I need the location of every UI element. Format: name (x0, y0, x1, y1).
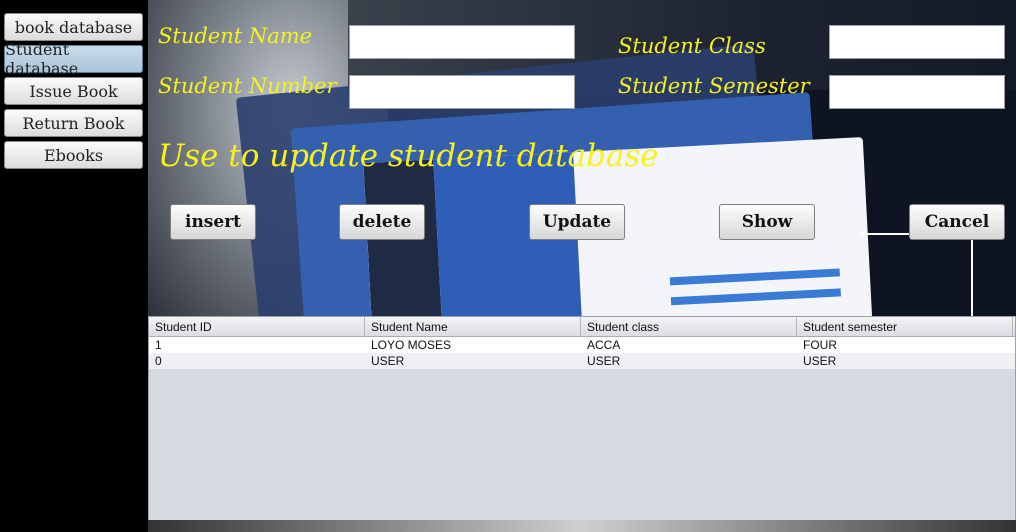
cancel-button[interactable]: Cancel (909, 204, 1005, 240)
nav-issue-book-button[interactable]: Issue Book (4, 77, 143, 105)
bottom-edge (148, 520, 1016, 532)
table-cell: USER (803, 354, 837, 368)
insert-button[interactable]: insert (170, 204, 256, 240)
side-nav: book database Student database Issue Boo… (0, 0, 148, 532)
student-name-label: Student Name (158, 24, 313, 48)
table-cell: LOYO MOSES (371, 338, 452, 352)
student-class-label: Student Class (618, 34, 766, 58)
column-header-student-semester[interactable]: Student semester (797, 317, 1013, 336)
table-cell: ACCA (587, 338, 621, 352)
student-semester-label: Student Semester (618, 74, 810, 98)
table-cell: 0 (155, 354, 162, 368)
table-header: Student ID Student Name Student class St… (149, 317, 1015, 337)
column-header-student-id[interactable]: Student ID (149, 317, 365, 336)
student-class-field[interactable] (829, 25, 1005, 59)
page-headline: Use to update student database (158, 138, 659, 174)
student-table[interactable]: Student ID Student Name Student class St… (148, 316, 1016, 522)
nav-book-database-button[interactable]: book database (4, 13, 143, 41)
nav-student-database-button[interactable]: Student database (4, 40, 143, 78)
update-button[interactable]: Update (529, 204, 625, 240)
table-row[interactable]: 0 USER USER USER (149, 353, 1015, 369)
table-cell: USER (371, 354, 405, 368)
connector-line (971, 240, 973, 316)
connector-line (861, 233, 909, 235)
student-number-label: Student Number (158, 74, 337, 98)
student-semester-field[interactable] (829, 75, 1005, 109)
table-cell: USER (587, 354, 621, 368)
column-header-student-class[interactable]: Student class (581, 317, 797, 336)
nav-return-book-button[interactable]: Return Book (4, 109, 143, 137)
nav-ebooks-button[interactable]: Ebooks (4, 141, 143, 169)
table-row[interactable]: 1 LOYO MOSES ACCA FOUR (149, 337, 1015, 353)
student-name-field[interactable] (349, 25, 575, 59)
table-cell: FOUR (803, 338, 837, 352)
delete-button[interactable]: delete (339, 204, 425, 240)
main-panel: Student Name Student Number Student Clas… (148, 0, 1016, 532)
table-cell: 1 (155, 338, 162, 352)
show-button[interactable]: Show (719, 204, 815, 240)
column-header-student-name[interactable]: Student Name (365, 317, 581, 336)
student-number-field[interactable] (349, 75, 575, 109)
